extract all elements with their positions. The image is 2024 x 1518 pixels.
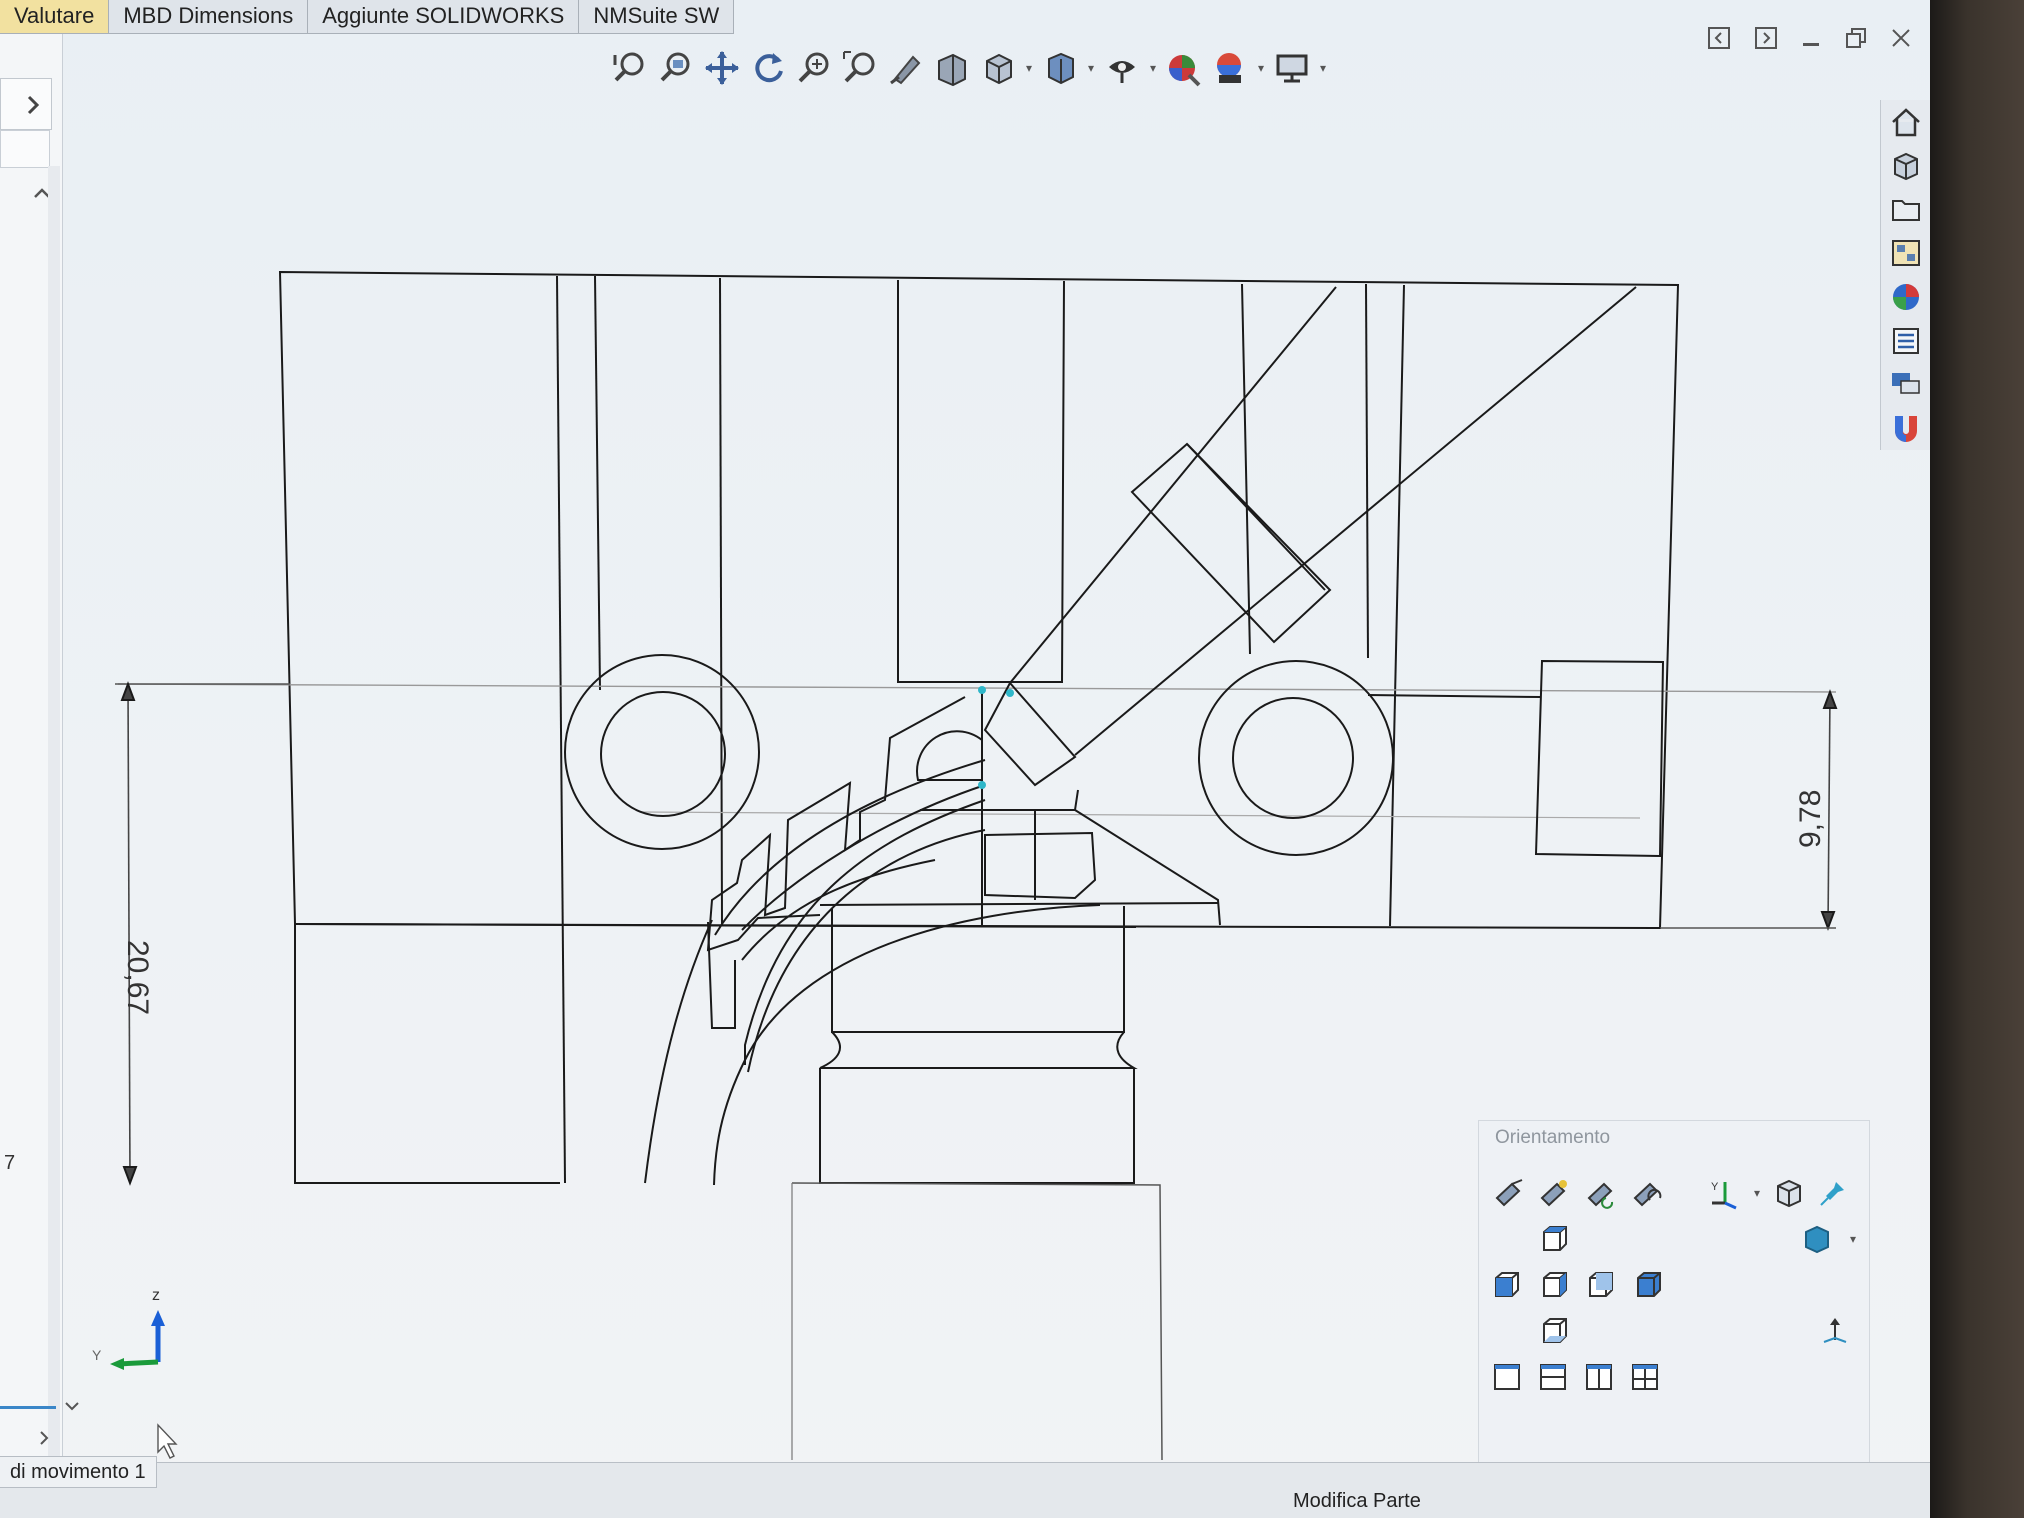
perpendicular-icon[interactable]: [1815, 1311, 1855, 1351]
reset-view-icon[interactable]: [1627, 1173, 1667, 1213]
orientation-title: Orientamento: [1495, 1127, 1611, 1148]
left-view-icon[interactable]: [1487, 1265, 1527, 1305]
task-pane: [1880, 100, 1931, 450]
top-view-icon[interactable]: [1535, 1219, 1575, 1259]
isometric-icon[interactable]: [1769, 1173, 1809, 1213]
home-icon[interactable]: [1884, 100, 1928, 144]
center-slot: [897, 280, 1065, 683]
single-view-icon[interactable]: [1487, 1357, 1527, 1397]
outer-frame-lower-left: [294, 924, 560, 1184]
back-view-icon[interactable]: [1629, 1265, 1669, 1305]
monitor-bezel: [1930, 0, 2024, 1518]
view-cube-icon[interactable]: [1797, 1219, 1837, 1259]
triad-y-label: Y: [92, 1347, 102, 1363]
normal-to-icon[interactable]: [1489, 1173, 1529, 1213]
divider-line: [594, 275, 601, 691]
divider-line: [1367, 694, 1541, 698]
motion-study-tab[interactable]: di movimento 1: [0, 1456, 157, 1488]
divider-line: [1241, 283, 1251, 655]
sketch-point[interactable]: [978, 686, 986, 694]
front-view-icon[interactable]: [1535, 1265, 1575, 1305]
coordinate-triad: z Y: [92, 1287, 165, 1370]
base-outline: [791, 1182, 1163, 1461]
outer-frame-upper: [278, 270, 1680, 930]
update-view-icon[interactable]: [1581, 1173, 1621, 1213]
custom-properties-icon[interactable]: [1884, 319, 1928, 363]
appearances-icon[interactable]: [1884, 275, 1928, 319]
dimension-right-value[interactable]: 9,78: [1794, 790, 1827, 848]
guide-line: [639, 811, 1641, 819]
dimension-arrow: [1820, 911, 1836, 931]
status-bar: [0, 1462, 1940, 1518]
left-inner-circle: [600, 691, 726, 817]
sketch-point[interactable]: [978, 781, 986, 789]
arc: [741, 859, 936, 961]
divider-line: [1389, 284, 1405, 927]
slot-profile: [707, 921, 736, 1029]
cone-line: [1074, 809, 1221, 926]
dimension-arrow: [1822, 689, 1838, 709]
arc: [713, 904, 1101, 1186]
inner-block: [984, 831, 1097, 900]
orientation-panel: Orientamento Y ▾ ▾: [1478, 1120, 1870, 1472]
right-inner-circle: [1232, 697, 1354, 819]
forum-icon[interactable]: [1884, 363, 1928, 407]
view-palette-icon[interactable]: [1884, 231, 1928, 275]
divider-line: [556, 275, 566, 1184]
svg-text:Y: Y: [1711, 1181, 1719, 1193]
shaft-neck: [819, 1031, 1138, 1069]
mouse-cursor-icon: [157, 1423, 178, 1459]
guide-line: [117, 683, 1837, 693]
3dexperience-icon[interactable]: [1884, 406, 1928, 450]
four-view-icon[interactable]: [1625, 1357, 1665, 1397]
arm-edge: [1009, 286, 1337, 684]
cone-base: [819, 902, 1219, 906]
new-view-icon[interactable]: [1534, 1173, 1574, 1213]
divider-line: [1365, 283, 1369, 659]
arm-block-line: [1186, 443, 1326, 591]
solidworks-window: Valutare MBD Dimensions Aggiunte SOLIDWO…: [0, 0, 1940, 1518]
chevron-down-icon[interactable]: ▾: [1833, 1219, 1873, 1259]
pin-icon[interactable]: [1813, 1173, 1853, 1213]
dimension-arrow: [122, 1166, 138, 1186]
two-view-horizontal-icon[interactable]: [1533, 1357, 1573, 1397]
folder-icon[interactable]: [1884, 188, 1928, 232]
arc: [644, 919, 713, 1184]
arm-block: [1130, 442, 1332, 644]
dome: [916, 730, 983, 781]
left-outer-circle: [564, 654, 760, 850]
dimension-left-value[interactable]: 20,67: [121, 940, 154, 1015]
dimension-line-right: [1827, 691, 1831, 929]
bottom-view-icon[interactable]: [1535, 1311, 1575, 1351]
3d-part-icon[interactable]: [1884, 144, 1928, 188]
triad-z-label: z: [152, 1287, 160, 1304]
status-mode-text: Modifica Parte: [1293, 1490, 1421, 1512]
right-view-icon[interactable]: [1581, 1265, 1621, 1305]
sketch-point[interactable]: [1006, 689, 1014, 697]
shaft-lower: [819, 1068, 1135, 1184]
two-view-vertical-icon[interactable]: [1579, 1357, 1619, 1397]
arm-tip: [983, 681, 1077, 787]
dimension-arrow: [120, 681, 136, 701]
arc: [747, 829, 986, 1073]
dimension-line-left: [127, 683, 131, 1184]
